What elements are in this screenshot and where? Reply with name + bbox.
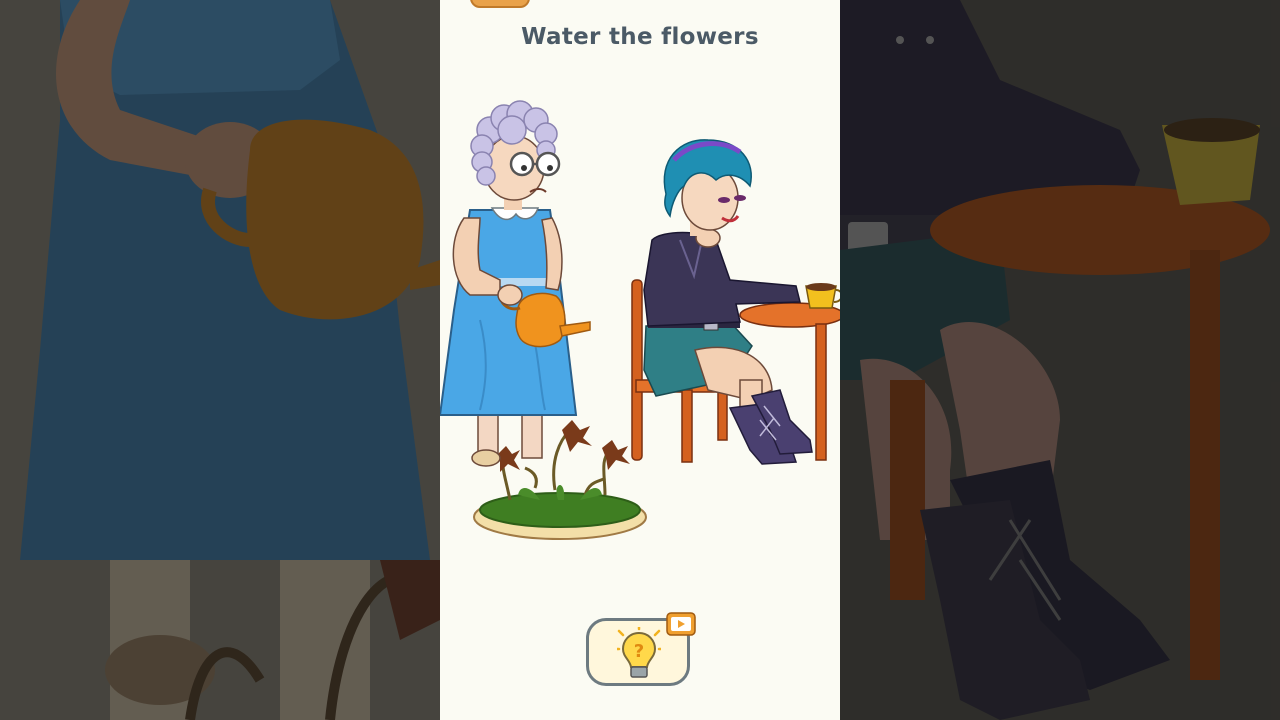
- grandma-character[interactable]: [440, 100, 591, 467]
- task-title: Water the flowers: [521, 24, 759, 50]
- flower-bed[interactable]: [473, 420, 647, 540]
- tea-cup[interactable]: [805, 283, 840, 309]
- menu-tab[interactable]: [470, 0, 530, 8]
- background-left-blur: [0, 0, 440, 720]
- svg-text:?: ?: [634, 641, 644, 662]
- video-ad-icon: [666, 612, 696, 636]
- game-scene[interactable]: [440, 90, 840, 560]
- lightbulb-question-icon: ?: [617, 627, 661, 678]
- background-right-blur: [840, 0, 1280, 720]
- game-panel: Water the flowers ?: [440, 0, 840, 720]
- punk-girl-character[interactable]: [643, 139, 813, 465]
